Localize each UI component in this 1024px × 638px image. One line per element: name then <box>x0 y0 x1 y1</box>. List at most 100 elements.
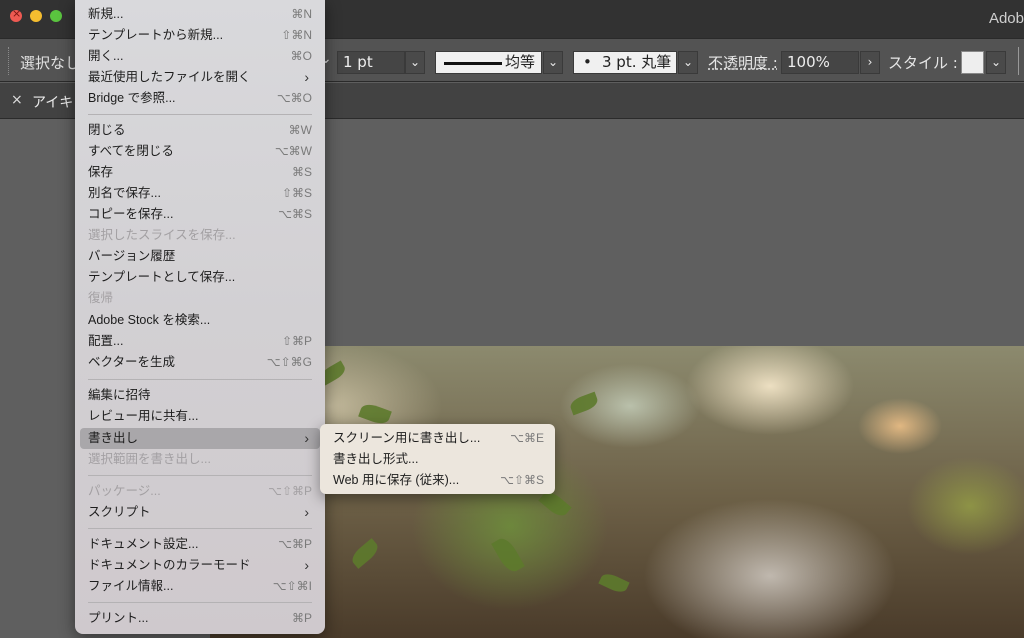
menu-item-label: ドキュメントのカラーモード <box>88 558 251 572</box>
menu-item-label: Adobe Stock を検索... <box>88 313 211 327</box>
menu-item-revert: 復帰 <box>80 288 320 309</box>
shortcut-label: ⌥⇧⌘S <box>500 473 544 487</box>
menu-item-label: バージョン履歴 <box>88 249 176 263</box>
menu-item-label: スクリーン用に書き出し... <box>333 431 481 445</box>
menu-item-document-setup[interactable]: ドキュメント設定... ⌥⌘P <box>80 534 320 555</box>
menu-item-save-a-copy[interactable]: コピーを保存... ⌥⌘S <box>80 204 320 225</box>
menu-item-label: 配置... <box>88 334 124 348</box>
menu-item-close[interactable]: 閉じる ⌘W <box>80 120 320 141</box>
menu-item-new-from-template[interactable]: テンプレートから新規... ⇧⌘N <box>80 25 320 46</box>
menu-item-label: パッケージ... <box>88 484 161 498</box>
profile-label: 均等 <box>504 53 535 71</box>
shortcut-label: ⇧⌘P <box>281 334 312 348</box>
shortcut-label: ⇧⌘S <box>281 186 312 200</box>
menu-item-save-for-web-legacy[interactable]: Web 用に保存 (従来)... ⌥⇧⌘S <box>325 470 550 491</box>
menu-item-label: レビュー用に共有... <box>88 409 199 423</box>
tab-close-icon[interactable]: × <box>11 92 23 108</box>
menu-item-close-all[interactable]: すべてを閉じる ⌥⌘W <box>80 141 320 162</box>
menu-item-save[interactable]: 保存 ⌘S <box>80 162 320 183</box>
shortcut-label: ⌥⇧⌘P <box>268 484 312 498</box>
menu-item-label: ベクターを生成 <box>88 355 176 369</box>
style-dropdown-button[interactable]: ⌄ <box>986 51 1006 74</box>
shortcut-label: ⌘N <box>291 7 312 21</box>
panel-grip-handle[interactable] <box>8 47 11 75</box>
menu-item-label: 閉じる <box>88 123 126 137</box>
menu-item-open[interactable]: 開く... ⌘O <box>80 46 320 67</box>
chevron-down-icon: ⌄ <box>409 55 421 69</box>
menu-item-label: テンプレートとして保存... <box>88 270 236 284</box>
shortcut-label: ⌘S <box>291 165 312 179</box>
menu-item-open-recent[interactable]: 最近使用したファイルを開く › <box>80 67 320 88</box>
style-label: スタイル : <box>888 54 958 72</box>
stroke-weight-field[interactable]: 1 pt <box>337 51 405 74</box>
shortcut-label: ⌥⌘E <box>510 431 544 445</box>
menu-item-export-as[interactable]: 書き出し形式... <box>325 449 550 470</box>
variable-width-profile-select[interactable]: 均等 <box>435 51 542 74</box>
menu-item-label: Web 用に保存 (従来)... <box>333 473 460 487</box>
menu-item-label: プリント... <box>88 611 149 625</box>
shortcut-label: ⌘P <box>291 611 312 625</box>
stroke-weight-dropdown-button[interactable]: ⌄ <box>405 51 425 74</box>
menu-item-save-as-template[interactable]: テンプレートとして保存... <box>80 267 320 288</box>
leaf-shape <box>348 538 382 569</box>
zoom-window-button[interactable] <box>50 10 62 22</box>
menu-item-search-adobe-stock[interactable]: Adobe Stock を検索... <box>80 310 320 331</box>
menu-item-place[interactable]: 配置... ⇧⌘P <box>80 331 320 352</box>
leaf-shape <box>568 391 600 416</box>
menu-item-new[interactable]: 新規... ⌘N <box>80 4 320 25</box>
brush-dropdown-button[interactable]: ⌄ <box>678 51 698 74</box>
menu-item-label: 選択範囲を書き出し... <box>88 452 211 466</box>
menu-item-browse-in-bridge[interactable]: Bridge で参照... ⌥⌘O <box>80 88 320 109</box>
menu-item-invite-to-edit[interactable]: 編集に招待 <box>80 385 320 406</box>
menu-item-label: コピーを保存... <box>88 207 174 221</box>
shortcut-label: ⌥⌘S <box>278 207 312 221</box>
profile-dropdown-button[interactable]: ⌄ <box>543 51 563 74</box>
brush-definition-select[interactable]: • 3 pt. 丸筆 <box>573 51 677 74</box>
menu-item-label: Bridge で参照... <box>88 91 176 105</box>
menu-item-label: ドキュメント設定... <box>88 537 199 551</box>
menu-separator <box>88 602 312 603</box>
opacity-label[interactable]: 不透明度 : <box>708 52 778 73</box>
shortcut-label: ⌘O <box>290 49 312 63</box>
menu-item-label: 開く... <box>88 49 124 63</box>
menu-item-label: 復帰 <box>88 291 114 305</box>
shortcut-label: ⌥⌘O <box>276 91 312 105</box>
brush-dot-icon: • <box>583 53 592 71</box>
menu-separator <box>88 528 312 529</box>
menu-item-save-as[interactable]: 別名で保存... ⇧⌘S <box>80 183 320 204</box>
menu-item-label: スクリプト <box>88 505 151 519</box>
menu-item-generate-vectors[interactable]: ベクターを生成 ⌥⇧⌘G <box>80 352 320 373</box>
menu-item-label: 新規... <box>88 7 124 21</box>
minimize-window-button[interactable] <box>30 10 42 22</box>
menu-item-label: ファイル情報... <box>88 579 174 593</box>
chevron-down-icon: ⌄ <box>990 55 1002 69</box>
shortcut-label: ⌥⌘W <box>274 144 312 158</box>
menu-item-export-selection: 選択範囲を書き出し... <box>80 449 320 470</box>
menu-item-version-history[interactable]: バージョン履歴 <box>80 246 320 267</box>
menu-item-label: 最近使用したファイルを開く <box>88 70 251 84</box>
menu-item-document-color-mode[interactable]: ドキュメントのカラーモード › <box>80 555 320 576</box>
submenu-arrow-icon: › <box>304 557 309 573</box>
menu-item-print[interactable]: プリント... ⌘P <box>80 608 320 629</box>
menu-item-save-selected-slices: 選択したスライスを保存... <box>80 225 320 246</box>
menu-item-label: 保存 <box>88 165 114 179</box>
menu-item-label: 別名で保存... <box>88 186 161 200</box>
stroke-profile-line-icon <box>444 62 502 65</box>
menu-item-scripts[interactable]: スクリプト › <box>80 502 320 523</box>
app-title: Adob <box>988 10 1024 27</box>
opacity-field[interactable]: 100% <box>781 51 859 74</box>
menu-item-label: 選択したスライスを保存... <box>88 228 236 242</box>
opacity-expand-button[interactable]: › <box>860 51 880 74</box>
menu-item-share-for-review[interactable]: レビュー用に共有... <box>80 406 320 427</box>
menu-item-file-info[interactable]: ファイル情報... ⌥⇧⌘I <box>80 576 320 597</box>
menu-item-export[interactable]: 書き出し › <box>80 428 320 449</box>
menu-item-export-for-screens[interactable]: スクリーン用に書き出し... ⌥⌘E <box>325 428 550 449</box>
menu-item-label: 編集に招待 <box>88 388 151 402</box>
divider <box>1018 47 1019 75</box>
menu-separator <box>88 475 312 476</box>
shortcut-label: ⌥⇧⌘G <box>266 355 312 369</box>
brush-label: 3 pt. 丸筆 <box>602 53 672 71</box>
graphic-style-swatch[interactable] <box>961 51 984 74</box>
document-tab[interactable]: アイキ <box>32 92 73 112</box>
close-window-button[interactable] <box>10 7 22 22</box>
